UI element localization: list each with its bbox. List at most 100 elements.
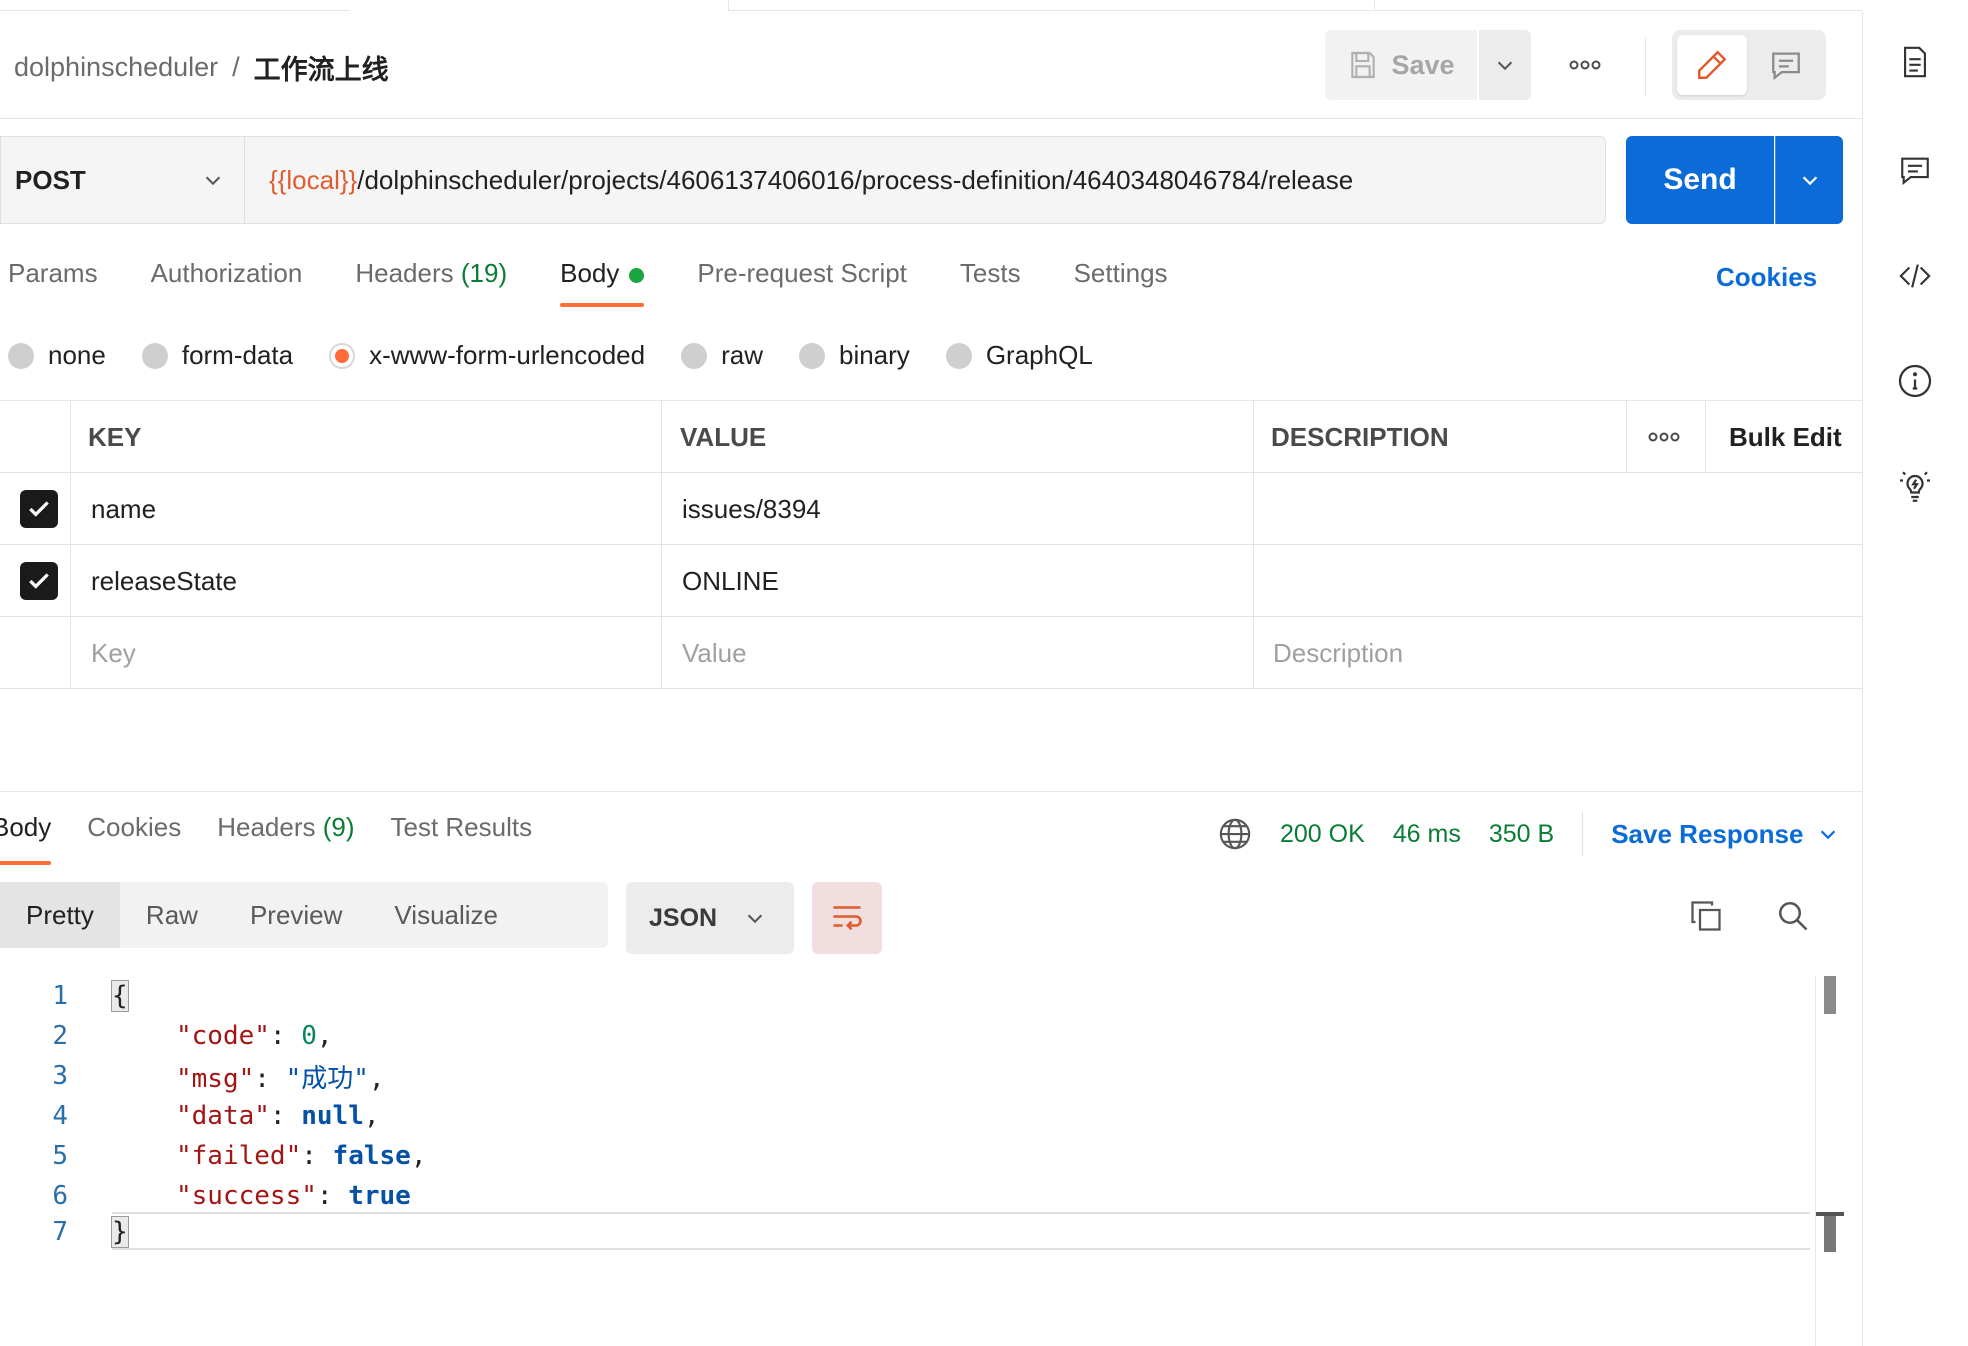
tab-settings[interactable]: Settings: [1074, 258, 1168, 307]
response-size[interactable]: 350 B: [1489, 820, 1554, 849]
radio: [8, 342, 34, 369]
edit-mode-button[interactable]: [1677, 35, 1747, 95]
row-checkbox[interactable]: [20, 562, 58, 600]
header-separator: [0, 118, 1862, 119]
code-line: 7 }: [0, 1212, 1830, 1252]
send-options-button[interactable]: [1775, 136, 1843, 224]
tab-authorization[interactable]: Authorization: [151, 258, 303, 307]
view-preview[interactable]: Preview: [224, 882, 368, 948]
table-row: name issues/8394: [0, 473, 1862, 545]
save-options-button[interactable]: [1479, 30, 1531, 100]
tab-test-results[interactable]: Test Results: [391, 812, 533, 865]
body-type-graphql[interactable]: GraphQL: [945, 340, 1093, 371]
chevron-down-icon: [747, 914, 763, 924]
status-code[interactable]: 200 OK: [1280, 820, 1365, 849]
comment-mode-button[interactable]: [1751, 35, 1821, 95]
body-type-x-www-form-urlencoded[interactable]: x-www-form-urlencoded: [329, 340, 645, 371]
code-snippet-button[interactable]: [1895, 256, 1935, 296]
headers-count: (19): [460, 258, 508, 288]
tab-response-body[interactable]: Body: [0, 812, 52, 865]
save-response-button[interactable]: Save Response: [1611, 819, 1839, 850]
globe-icon[interactable]: [1218, 817, 1252, 851]
table-row: releaseState ONLINE: [0, 545, 1862, 617]
line-number: 4: [52, 1101, 68, 1131]
code-line: 1 {: [0, 976, 1830, 1016]
save-button[interactable]: Save: [1325, 30, 1477, 100]
tab-response-headers[interactable]: Headers (9): [217, 812, 354, 865]
radio: [141, 342, 168, 369]
param-key[interactable]: name: [91, 473, 156, 545]
json-key: "data": [176, 1101, 270, 1131]
tab-pre-request-script[interactable]: Pre-request Script: [697, 258, 907, 307]
chevron-down-icon: [205, 176, 221, 186]
comments-button[interactable]: [1895, 150, 1935, 190]
method-label: POST: [15, 164, 86, 195]
json-value: 0: [301, 1021, 317, 1051]
copy-icon: [1691, 901, 1721, 931]
body-type-form-data[interactable]: form-data: [141, 340, 293, 371]
view-raw[interactable]: Raw: [120, 882, 224, 948]
body-type-raw[interactable]: raw: [681, 340, 763, 371]
code-line: 3 "msg": "成功",: [0, 1056, 1830, 1096]
pencil-icon: [1698, 50, 1727, 79]
tab-body[interactable]: Body: [560, 258, 645, 307]
response-time[interactable]: 46 ms: [1393, 820, 1461, 849]
column-header-description: DESCRIPTION: [1271, 421, 1449, 452]
radio: [798, 342, 825, 369]
search-button[interactable]: [1775, 898, 1811, 939]
url-input[interactable]: {{local}}/dolphinscheduler/projects/4606…: [244, 136, 1606, 224]
json-key: "code": [176, 1021, 270, 1051]
right-sidebar-divider: [1862, 12, 1863, 1346]
param-key[interactable]: releaseState: [91, 545, 237, 617]
code-cursor-marker: [1816, 1212, 1844, 1252]
info-button[interactable]: [1895, 361, 1935, 401]
radio-selected: [329, 342, 356, 369]
lightbulb-icon: [1900, 471, 1930, 502]
checkmark-icon: [29, 573, 49, 589]
request-name[interactable]: 工作流上线: [254, 48, 389, 87]
row-checkbox[interactable]: [20, 490, 58, 528]
view-visualize[interactable]: Visualize: [368, 882, 524, 948]
chevron-down-icon: [1802, 176, 1817, 186]
method-select[interactable]: POST: [0, 136, 244, 224]
url-variable: {{local}}: [269, 164, 358, 195]
new-description-input[interactable]: Description: [1273, 617, 1403, 689]
new-key-input[interactable]: Key: [91, 617, 136, 689]
tab-response-cookies[interactable]: Cookies: [87, 812, 181, 865]
chevron-down-icon: [1497, 61, 1513, 71]
response-status-bar: 200 OK 46 ms 350 B Save Response: [1218, 812, 1839, 856]
body-type-none[interactable]: none: [8, 340, 106, 371]
new-value-input[interactable]: Value: [682, 617, 747, 689]
json-key: "failed": [176, 1141, 302, 1171]
tab-headers[interactable]: Headers (19): [355, 258, 507, 307]
send-button[interactable]: Send: [1626, 136, 1774, 224]
documentation-button[interactable]: [1895, 42, 1935, 82]
save-icon: [1351, 51, 1376, 79]
param-value[interactable]: issues/8394: [682, 473, 821, 545]
param-value[interactable]: ONLINE: [682, 545, 779, 617]
chevron-down-icon: [1821, 830, 1836, 840]
tab-params[interactable]: Params: [8, 258, 98, 307]
cookies-link[interactable]: Cookies: [1716, 262, 1817, 293]
body-indicator-dot: [629, 267, 645, 283]
breadcrumb-workspace[interactable]: dolphinscheduler: [14, 52, 218, 83]
table-header-row: KEY VALUE DESCRIPTION Bulk Edit: [0, 401, 1862, 473]
tab-strip: [0, 0, 1862, 12]
tab-tests[interactable]: Tests: [960, 258, 1021, 307]
json-value: false: [332, 1141, 411, 1171]
table-row-empty: Key Value Description: [0, 617, 1862, 689]
language-select[interactable]: JSON: [626, 882, 794, 954]
more-options-button[interactable]: [1560, 40, 1610, 90]
code-icon: [1899, 264, 1931, 288]
response-divider[interactable]: [0, 791, 1862, 792]
copy-button[interactable]: [1688, 898, 1724, 939]
table-options-button[interactable]: [1648, 401, 1680, 473]
related-collections-button[interactable]: [1895, 465, 1935, 505]
json-value: true: [348, 1181, 411, 1211]
code-scrollbar-thumb[interactable]: [1824, 976, 1836, 1014]
view-pretty[interactable]: Pretty: [0, 882, 120, 948]
bulk-edit-button[interactable]: Bulk Edit: [1729, 401, 1842, 473]
wrap-lines-button[interactable]: [812, 882, 882, 954]
body-type-binary[interactable]: binary: [798, 340, 910, 371]
language-label: JSON: [649, 903, 718, 932]
